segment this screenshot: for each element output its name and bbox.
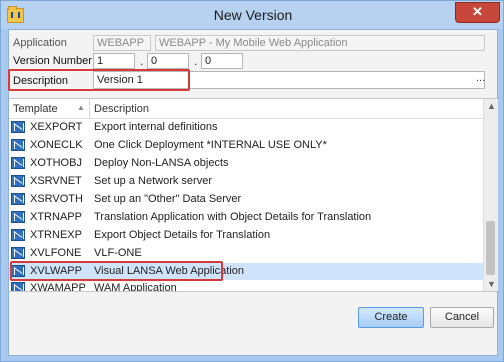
template-name: XTRNAPP: [30, 211, 82, 223]
column-header-description[interactable]: Description: [94, 103, 149, 115]
table-row[interactable]: XONECLK One Click Deployment *INTERNAL U…: [9, 137, 483, 154]
template-description: One Click Deployment *INTERNAL USE ONLY*: [94, 139, 327, 151]
highlight-box-description: [8, 69, 190, 91]
cancel-button[interactable]: Cancel: [430, 307, 494, 328]
template-icon: [11, 229, 25, 241]
version-separator: .: [194, 54, 198, 68]
template-description: Set up a Network server: [94, 175, 212, 187]
template-icon: [11, 139, 25, 151]
table-row[interactable]: XOTHOBJ Deploy Non-LANSA objects: [9, 155, 483, 172]
template-name: XSRVNET: [30, 175, 82, 187]
grid-header: Template ▲ Description: [9, 99, 483, 119]
template-description: Deploy Non-LANSA objects: [94, 157, 229, 169]
version-minor-field[interactable]: 0: [147, 53, 189, 69]
sort-ascending-icon: ▲: [77, 103, 85, 112]
dialog-title: New Version: [213, 7, 293, 23]
template-name: XSRVOTH: [30, 193, 83, 205]
description-ellipsis-button[interactable]: ...: [476, 72, 485, 84]
template-grid: Template ▲ Description XEXPORT Export in…: [9, 98, 498, 292]
dialog-body: Application WEBAPP WEBAPP - My Mobile We…: [8, 29, 498, 356]
template-icon: [11, 157, 25, 169]
table-row[interactable]: XEXPORT Export internal definitions: [9, 119, 483, 136]
version-major-field[interactable]: 1: [93, 53, 135, 69]
highlight-box-template: [10, 261, 223, 281]
template-name: XONECLK: [30, 139, 83, 151]
table-row[interactable]: XSRVNET Set up a Network server: [9, 173, 483, 190]
table-row[interactable]: XSRVOTH Set up an "Other" Data Server: [9, 191, 483, 208]
column-header-template[interactable]: Template: [13, 103, 58, 115]
template-description: WAM Application: [94, 282, 177, 291]
scroll-thumb[interactable]: [486, 221, 495, 275]
table-row[interactable]: XVLFONE VLF-ONE: [9, 245, 483, 262]
close-button[interactable]: ✕: [455, 2, 500, 23]
template-description: VLF-ONE: [94, 247, 142, 259]
template-description: Set up an "Other" Data Server: [94, 193, 242, 205]
scroll-up-icon[interactable]: ▲: [487, 101, 496, 111]
template-name: XVLFONE: [30, 247, 82, 259]
template-description: Translation Application with Object Deta…: [94, 211, 372, 223]
template-name: XTRNEXP: [30, 229, 82, 241]
application-field: WEBAPP: [93, 35, 151, 51]
template-name: XWAMAPP: [30, 282, 86, 291]
title-bar: New Version ✕: [1, 1, 503, 29]
table-row[interactable]: XTRNAPP Translation Application with Obj…: [9, 209, 483, 226]
scroll-down-icon[interactable]: ▼: [487, 279, 496, 289]
column-divider[interactable]: [89, 99, 90, 118]
template-icon: [11, 193, 25, 205]
version-number-label: Version Number: [13, 55, 92, 67]
template-icon: [11, 247, 25, 259]
grid-scrollbar[interactable]: ▲ ▼: [483, 99, 498, 291]
template-description: Export internal definitions: [94, 121, 218, 133]
version-patch-field[interactable]: 0: [201, 53, 243, 69]
new-version-dialog: New Version ✕ Application WEBAPP WEBAPP …: [0, 0, 504, 362]
table-row[interactable]: XTRNEXP Export Object Details for Transl…: [9, 227, 483, 244]
template-icon: [11, 121, 25, 133]
table-row[interactable]: XWAMAPP WAM Application: [9, 280, 483, 291]
template-name: XEXPORT: [30, 121, 83, 133]
template-description: Export Object Details for Translation: [94, 229, 271, 241]
create-button[interactable]: Create: [358, 307, 424, 328]
template-icon: [11, 175, 25, 187]
template-name: XOTHOBJ: [30, 157, 82, 169]
application-label: Application: [13, 37, 67, 49]
version-separator: .: [140, 54, 144, 68]
application-description-field: WEBAPP - My Mobile Web Application: [155, 35, 485, 51]
template-icon: [11, 211, 25, 223]
template-icon: [11, 282, 25, 291]
